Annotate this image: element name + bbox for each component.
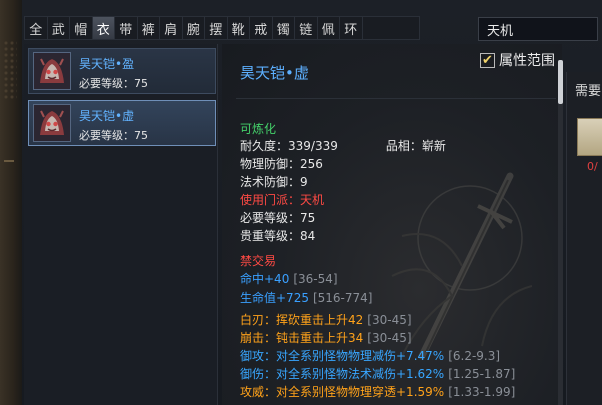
list-item[interactable]: 昊天铠•盈 必要等级：75 (28, 48, 216, 94)
special-line: 御攻：对全系别怪物物理减伤+7.47% [6.2-9.3] (240, 347, 500, 364)
special-line: 崩击：钝击重击上升34 [30-45] (240, 329, 412, 346)
required-level: 必要等级：75 (240, 211, 316, 225)
stat-range: [36-54] (293, 272, 338, 286)
physical-defense: 物理防御：256 (240, 157, 323, 171)
special-range: [1.25-1.87] (448, 367, 516, 381)
search-input[interactable] (478, 17, 598, 41)
tab-wrist[interactable]: 腕 (183, 17, 205, 39)
magic-defense: 法术防御：9 (240, 175, 308, 189)
required-faction: 使用门派：天机 (240, 193, 325, 207)
tab-hat[interactable]: 帽 (70, 17, 93, 39)
inventory-window: 全 武 帽 衣 带 裤 肩 腕 摆 靴 戒 镯 链 佩 环 天机 昊天铠•盈 必… (0, 0, 602, 405)
scrollbar-thumb[interactable] (558, 60, 563, 104)
attribute-range-toggle[interactable]: ✔ 属性范围 (480, 50, 555, 70)
tab-boots[interactable]: 靴 (228, 17, 250, 39)
attribute-range-label: 属性范围 (499, 53, 555, 69)
tab-shoulder[interactable]: 肩 (160, 17, 183, 39)
tab-chain[interactable]: 链 (295, 17, 318, 39)
armor-thumbnail (33, 52, 71, 90)
special-range: [1.33-1.99] (448, 385, 516, 399)
tab-ring[interactable]: 戒 (250, 17, 273, 39)
checkmark-icon: ✔ (482, 52, 493, 68)
material-panel: 需要 0/ (566, 72, 602, 405)
special-range: [30-45] (367, 313, 412, 327)
quality-value: 品相：崭新 (385, 139, 446, 153)
stat-line: 命中+40 [36-54] (240, 270, 338, 287)
item-name: 昊天铠•虚 (79, 109, 135, 123)
item-required-level: 必要等级：75 (79, 129, 148, 142)
special-range: [6.2-9.3] (448, 349, 501, 363)
item-list: 昊天铠•盈 必要等级：75 昊天铠•虚 必要等级：75 (24, 44, 218, 405)
tab-clothes[interactable]: 衣 (92, 17, 115, 39)
prestige-level: 贵重等级：84 (240, 229, 316, 243)
tab-hem[interactable]: 摆 (205, 17, 228, 39)
special-line: 白刃：挥砍重击上升42 [30-45] (240, 311, 412, 328)
special-range: [30-45] (367, 331, 412, 345)
tab-belt[interactable]: 带 (115, 17, 138, 39)
item-required-level: 必要等级：75 (79, 77, 148, 90)
tab-pendant[interactable]: 佩 (318, 17, 340, 39)
attribute-range-checkbox[interactable]: ✔ (480, 52, 495, 68)
decor-dots (3, 40, 17, 100)
durability-value: 耐久度：339/339 (240, 139, 338, 153)
equipment-slot-tabs: 全 武 帽 衣 带 裤 肩 腕 摆 靴 戒 镯 链 佩 环 (24, 16, 420, 40)
scrollbar-track[interactable] (558, 60, 563, 405)
item-title: 昊天铠•虚 (240, 64, 309, 82)
material-panel-label: 需要 (575, 84, 602, 99)
special-text: 御伤：对全系别怪物法术减伤+1.62% (240, 367, 445, 381)
special-text: 攻威：对全系别怪物物理穿透+1.59% (240, 385, 445, 399)
list-item-selected[interactable]: 昊天铠•虚 必要等级：75 (28, 100, 216, 146)
armor-thumbnail (33, 104, 71, 142)
stat-text: 命中+40 (240, 272, 290, 286)
special-line: 御伤：对全系别怪物法术减伤+1.62% [1.25-1.87] (240, 365, 515, 382)
tab-bracelet[interactable]: 镯 (273, 17, 295, 39)
special-text: 白刃：挥砍重击上升42 (240, 313, 364, 327)
special-text: 崩击：钝击重击上升34 (240, 331, 364, 345)
no-trade-label: 禁交易 (240, 254, 277, 268)
material-thumbnail[interactable] (577, 118, 602, 156)
stat-text: 生命值+725 (240, 291, 309, 305)
material-count: 0/ (587, 160, 598, 173)
tab-pants[interactable]: 裤 (138, 17, 160, 39)
tab-all[interactable]: 全 (25, 17, 48, 39)
refinable-label: 可炼化 (240, 122, 277, 136)
stat-range: [516-774] (312, 291, 373, 305)
decor-tick (4, 160, 14, 162)
item-name: 昊天铠•盈 (79, 57, 135, 71)
special-line: 攻威：对全系别怪物物理穿透+1.59% [1.33-1.99] (240, 383, 515, 400)
tab-loop[interactable]: 环 (340, 17, 363, 39)
durability-row: 耐久度：339/339 品相：崭新 (240, 137, 446, 154)
stat-line: 生命值+725 [516-774] (240, 289, 372, 306)
left-decor-strip (0, 0, 22, 405)
special-text: 御攻：对全系别怪物物理减伤+7.47% (240, 349, 445, 363)
item-detail-panel: 昊天铠•虚 可炼化 耐久度：339/339 品相：崭新 物理防御：256 法术防御… (222, 44, 562, 405)
tab-weapon[interactable]: 武 (48, 17, 70, 39)
title-divider (236, 98, 556, 99)
